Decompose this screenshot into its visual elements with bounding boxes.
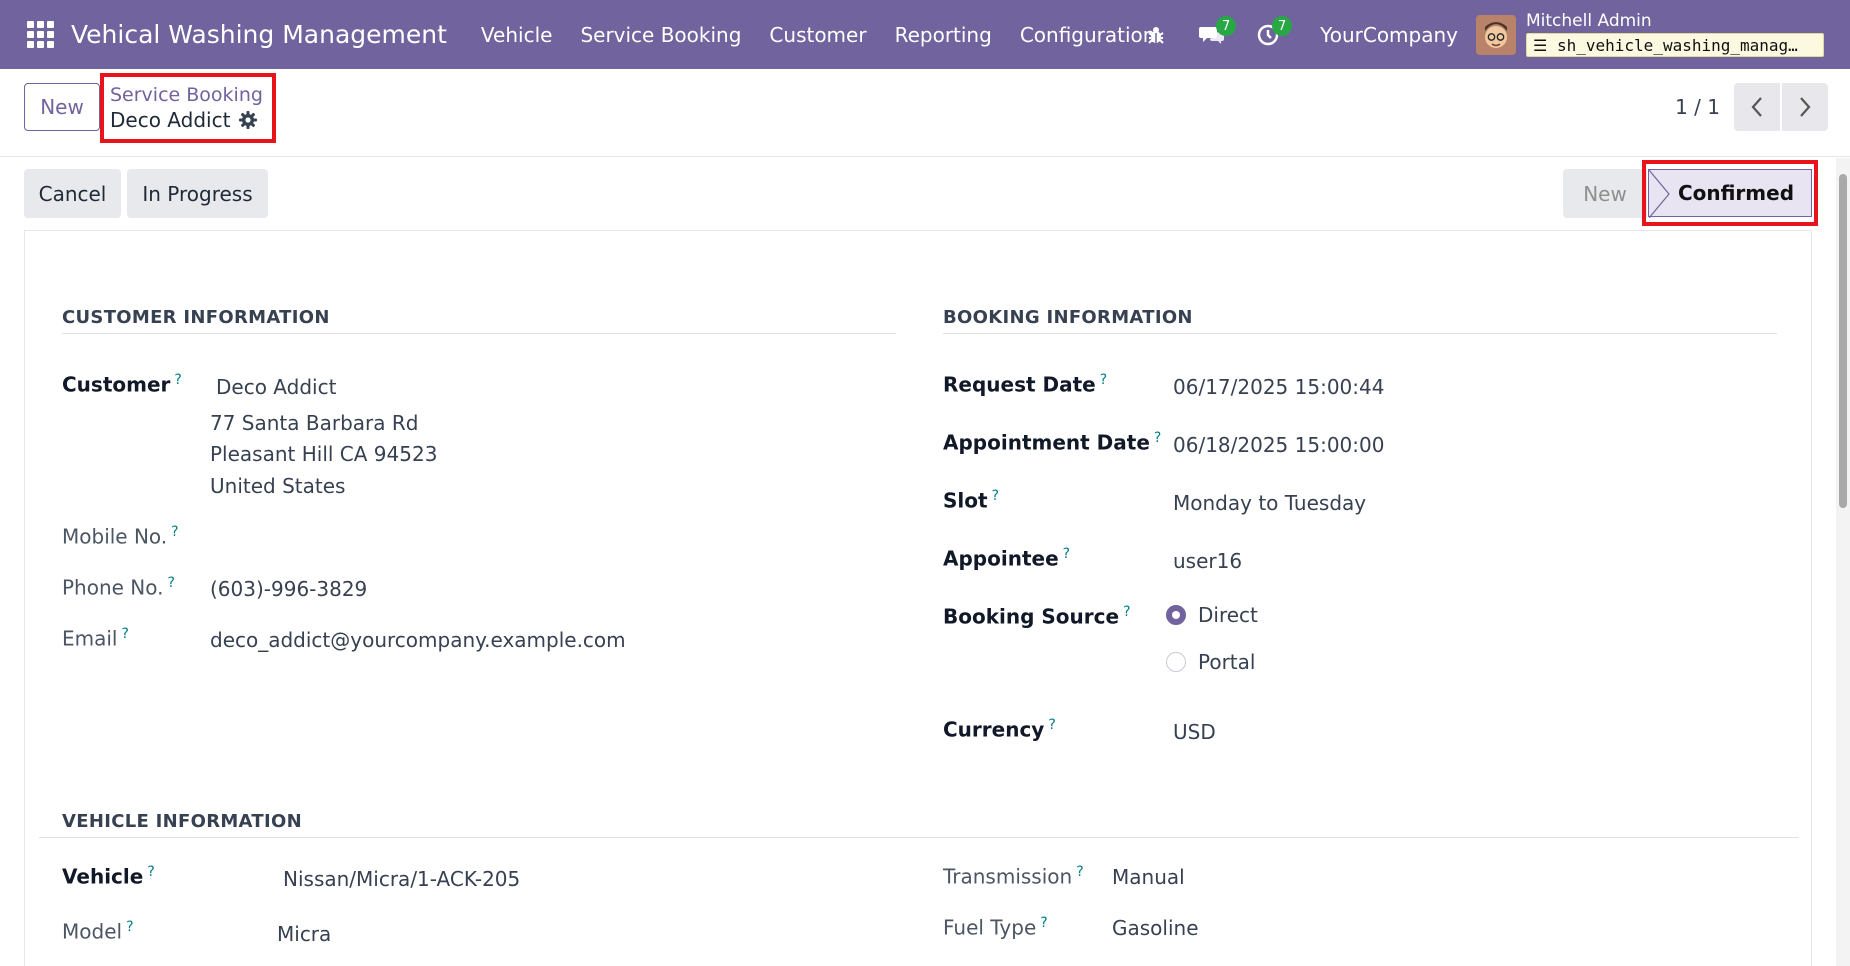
in-progress-button[interactable]: In Progress [127,169,268,218]
breadcrumb: Service Booking Deco Addict [100,73,276,143]
phone-field[interactable]: (603)-996-3829 [210,577,367,601]
radio-checked-icon [1166,605,1186,625]
customer-information-title: CUSTOMER INFORMATION [62,307,330,328]
top-navbar: Vehical Washing Management Vehicle Servi… [0,0,1850,69]
appointment-date-label: Appointment Date? [943,430,1162,455]
customer-label: Customer? [62,372,182,397]
request-date-label: Request Date? [943,372,1108,397]
activities-clock-icon[interactable]: 7 [1240,0,1296,69]
model-field[interactable]: Micra [277,922,331,946]
booking-information-title: BOOKING INFORMATION [943,307,1193,328]
user-name: Mitchell Admin [1526,11,1652,31]
chevron-right-icon [1800,97,1811,117]
gear-icon[interactable] [238,110,258,130]
email-field[interactable]: deco_addict@yourcompany.example.com [210,628,626,652]
record-title: Deco Addict [110,108,231,132]
transmission-label: Transmission? [943,864,1084,889]
company-switcher[interactable]: YourCompany [1320,23,1458,47]
section-divider [943,333,1777,334]
database-name: ☰ sh_vehicle_washing_manag… [1526,33,1824,57]
new-record-button[interactable]: New [24,83,100,131]
stage-confirmed[interactable]: Confirmed [1648,169,1812,218]
vehicle-information-title: VEHICLE INFORMATION [62,811,302,832]
chevron-left-icon [1751,97,1762,117]
mobile-label: Mobile No.? [62,524,179,549]
breadcrumb-current-record: Deco Addict [110,107,272,133]
menu-service-booking[interactable]: Service Booking [566,23,755,47]
page-scrollbar[interactable] [1836,158,1850,966]
customer-address-line2: Pleasant Hill CA 94523 [210,442,438,466]
menu-reporting[interactable]: Reporting [881,23,1006,47]
slot-field[interactable]: Monday to Tuesday [1173,491,1366,515]
fuel-type-label: Fuel Type? [943,915,1048,940]
pager-value[interactable]: 1 / 1 [1675,95,1720,119]
menu-vehicle[interactable]: Vehicle [467,23,567,47]
section-divider [62,333,896,334]
currency-label: Currency? [943,717,1056,742]
breadcrumb-service-booking-link[interactable]: Service Booking [110,83,272,107]
phone-label: Phone No.? [62,575,175,600]
pager-next-button[interactable] [1782,83,1828,131]
booking-source-label: Booking Source? [943,604,1131,629]
user-menu[interactable]: Mitchell Admin ☰ sh_vehicle_washing_mana… [1526,12,1824,57]
cancel-button[interactable]: Cancel [24,169,121,218]
fuel-type-field[interactable]: Gasoline [1112,916,1199,940]
control-panel: New Service Booking Deco Addict 1 / 1 [0,69,1850,157]
form-sheet: CUSTOMER INFORMATION Customer? Deco Addi… [24,230,1812,966]
currency-field[interactable]: USD [1173,720,1216,744]
statusbar: Cancel In Progress New Confirmed [0,158,1850,230]
model-label: Model? [62,919,134,944]
section-divider [39,837,1799,838]
radio-unchecked-icon [1166,652,1186,672]
debug-bug-icon[interactable] [1128,0,1184,69]
booking-source-portal-radio[interactable]: Portal [1166,650,1255,674]
apps-menu-icon[interactable] [0,0,80,69]
request-date-field[interactable]: 06/17/2025 15:00:44 [1173,375,1384,399]
vehicle-field[interactable]: Nissan/Micra/1-ACK-205 [283,867,520,891]
mobile-field[interactable] [210,524,710,550]
menu-customer[interactable]: Customer [755,23,880,47]
slot-label: Slot? [943,488,999,513]
vehicle-label: Vehicle? [62,864,155,889]
booking-source-direct-radio[interactable]: Direct [1166,603,1258,627]
appointee-label: Appointee? [943,546,1071,571]
appointment-date-field[interactable]: 06/18/2025 15:00:00 [1173,433,1384,457]
scrollbar-thumb[interactable] [1839,174,1847,508]
pager-previous-button[interactable] [1734,83,1780,131]
app-brand[interactable]: Vehical Washing Management [71,20,447,49]
email-label: Email? [62,626,129,651]
active-stage-highlight: Confirmed [1642,160,1818,226]
customer-address-line1: 77 Santa Barbara Rd [210,411,419,435]
transmission-field[interactable]: Manual [1112,865,1185,889]
user-avatar[interactable] [1476,14,1516,55]
activities-count-badge: 7 [1272,16,1293,36]
messages-count-badge: 7 [1216,16,1237,36]
stage-new[interactable]: New [1563,169,1647,218]
customer-field[interactable]: Deco Addict [216,375,336,399]
messages-icon[interactable]: 7 [1184,0,1240,69]
pager: 1 / 1 [1675,83,1828,131]
appointee-field[interactable]: user16 [1173,549,1242,573]
customer-address-line3: United States [210,474,346,498]
